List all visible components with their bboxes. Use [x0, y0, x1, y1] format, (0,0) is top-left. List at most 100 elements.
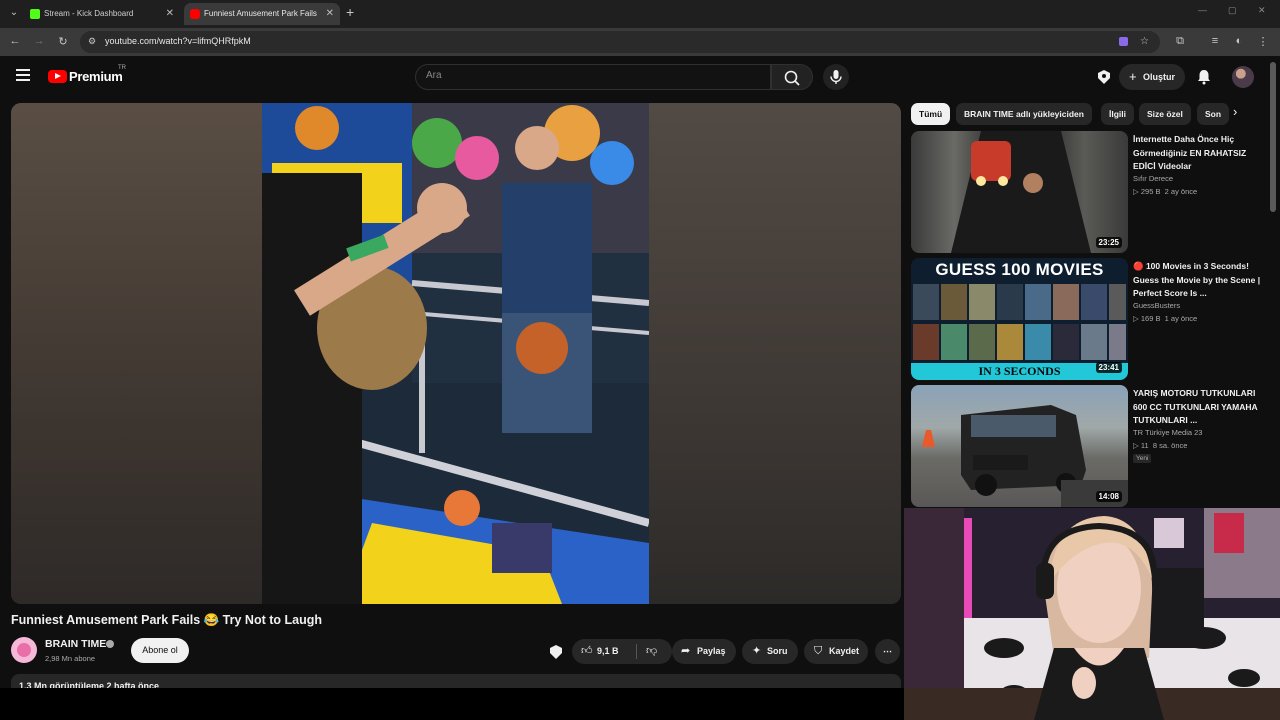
address-bar[interactable]: ⚙ youtube.com/watch?v=lifmQHRfpkM ☆	[80, 31, 1160, 53]
voice-search-button[interactable]	[823, 64, 849, 90]
kick-extension-action-icon[interactable]	[547, 639, 567, 664]
like-button[interactable]: 👍︎ 9,1 B	[572, 639, 636, 664]
reading-list-icon[interactable]: ≡	[1208, 35, 1222, 47]
share-arrow-icon: ➦	[681, 645, 691, 657]
search-input[interactable]	[426, 70, 756, 81]
ambient-blur-right	[649, 103, 901, 604]
youtube-favicon-icon	[190, 9, 200, 19]
tab-kick-dashboard[interactable]: Stream - Kick Dashboard ✕	[24, 3, 180, 25]
page-scrollbar[interactable]	[1270, 62, 1276, 212]
video-player[interactable]	[11, 103, 901, 604]
create-button[interactable]: + Oluştur	[1119, 64, 1185, 90]
subscriber-count: 2,98 Mn abone	[45, 654, 96, 663]
duration-badge: 14:08	[1095, 491, 1122, 502]
recommendation-item[interactable]: 23:25 İnternette Daha Önce Hiç Görmediği…	[911, 131, 1261, 253]
bottom-black-strip	[0, 688, 904, 720]
thumbs-up-icon: 👍︎	[581, 645, 593, 657]
recommendation-meta: ▷ 295 B 2 ay önce	[1133, 187, 1197, 196]
account-avatar[interactable]	[1232, 66, 1254, 88]
sparkle-icon: ✦	[752, 645, 762, 657]
webcam-overlay	[904, 508, 1280, 720]
video-thumbnail[interactable]: 23:25	[911, 131, 1128, 253]
tab-label: Funniest Amusement Park Fails	[204, 9, 317, 18]
site-info-icon[interactable]: ⚙	[88, 36, 98, 46]
chip-from-channel[interactable]: BRAIN TIME adlı yükleyiciden	[956, 103, 1092, 125]
recommendation-title[interactable]: İnternette Daha Önce Hiç Görmediğiniz EN…	[1133, 133, 1261, 174]
video-thumbnail[interactable]: GUESS 100 MOVIES IN 3 SECONDS 23:41	[911, 258, 1128, 380]
tab-label: Stream - Kick Dashboard	[44, 9, 134, 18]
forward-icon[interactable]: →	[32, 35, 46, 47]
bookmark-icon: ⛉	[814, 645, 823, 657]
subscribe-button[interactable]: Abone ol	[131, 638, 189, 663]
video-frame[interactable]	[262, 103, 649, 604]
filter-chips: Tümü BRAIN TIME adlı yükleyiciden İlgili…	[911, 102, 1251, 126]
close-window-icon[interactable]: ✕	[1258, 5, 1266, 16]
youtube-header: Premium TR + Oluştur	[0, 56, 1280, 100]
chip-for-you[interactable]: Size özel	[1139, 103, 1191, 125]
recommendation-item[interactable]: GUESS 100 MOVIES IN 3 SECONDS 23:41 🔴 10…	[911, 258, 1261, 380]
channel-name[interactable]: BRAIN TIME	[45, 638, 106, 650]
plus-icon: +	[1129, 69, 1137, 84]
country-code: TR	[118, 65, 126, 71]
like-dislike-group: 👍︎ 9,1 B 👎︎	[572, 639, 672, 664]
video-thumbnail[interactable]: 14:08	[911, 385, 1128, 507]
minimize-window-icon[interactable]: —	[1198, 5, 1207, 15]
new-badge: Yeni	[1133, 454, 1152, 463]
more-actions-button[interactable]: ⋯	[875, 639, 900, 664]
share-label: Paylaş	[697, 646, 726, 656]
tab-search-menu-icon[interactable]: ⌄	[6, 5, 22, 21]
browser-toolbar: ← → ↻ ⚙ youtube.com/watch?v=lifmQHRfpkM …	[0, 28, 1280, 56]
save-button[interactable]: ⛉ Kaydet	[804, 639, 868, 664]
more-horizontal-icon: ⋯	[883, 646, 892, 656]
save-label: Kaydet	[829, 646, 860, 656]
video-scene-image	[262, 103, 649, 604]
recommendation-channel[interactable]: Sıfır Derece	[1133, 174, 1173, 183]
maximize-window-icon[interactable]: ▢	[1228, 5, 1237, 16]
view-count: 169 B	[1140, 314, 1161, 323]
dislike-button[interactable]: 👎︎	[638, 639, 670, 664]
duration-badge: 23:41	[1095, 362, 1122, 373]
extension-icon[interactable]	[1118, 36, 1129, 50]
share-button[interactable]: ➦ Paylaş	[672, 639, 736, 664]
bookmark-star-icon[interactable]: ☆	[1140, 36, 1149, 47]
recommendation-title[interactable]: YARIŞ MOTORU TUTKUNLARI 600 CC TUTKUNLAR…	[1133, 387, 1261, 428]
recommendation-channel[interactable]: TR Türkiye Media 23	[1133, 428, 1202, 437]
notifications-bell-icon[interactable]	[1195, 68, 1213, 86]
thumbnail-poster-grid	[913, 284, 1126, 360]
thumbnail-heading: GUESS 100 MOVIES	[935, 260, 1104, 279]
view-count: 11	[1140, 441, 1149, 450]
browser-tab-bar: ⌄ Stream - Kick Dashboard ✕ Funniest Amu…	[0, 0, 1280, 28]
like-count: 9,1 B	[597, 646, 619, 656]
ask-label: Soru	[767, 646, 788, 656]
thumbnail-image	[922, 405, 1128, 507]
ask-button[interactable]: ✦ Soru	[742, 639, 798, 664]
browser-menu-icon[interactable]: ⋮	[1256, 35, 1270, 48]
profile-icon[interactable]: ◐	[1232, 35, 1246, 47]
extensions-puzzle-icon[interactable]: ⧉	[1173, 35, 1187, 48]
reload-icon[interactable]: ↻	[56, 35, 70, 48]
webcam-image	[904, 508, 1280, 720]
tab-youtube-video[interactable]: Funniest Amusement Park Fails ✕	[184, 3, 340, 25]
divider	[636, 644, 637, 659]
chip-recent[interactable]: Son	[1197, 103, 1230, 125]
thumbnail-image	[951, 131, 1091, 253]
back-icon[interactable]: ←	[8, 35, 22, 47]
channel-avatar[interactable]	[11, 637, 37, 663]
search-button[interactable]	[771, 64, 813, 90]
new-tab-button[interactable]: +	[346, 4, 354, 20]
chip-all[interactable]: Tümü	[911, 103, 951, 125]
chevron-right-icon[interactable]: ›	[1233, 104, 1237, 119]
tab-close-icon[interactable]: ✕	[166, 3, 174, 25]
tab-close-icon[interactable]: ✕	[326, 3, 334, 25]
upload-age: 1 ay önce	[1164, 314, 1198, 323]
recommendation-channel[interactable]: GuessBusters	[1133, 301, 1180, 310]
recommendation-title[interactable]: 🔴 100 Movies in 3 Seconds! Guess the Mov…	[1133, 260, 1261, 301]
duration-badge: 23:25	[1095, 237, 1122, 248]
recommendation-meta: ▷ 169 B 1 ay önce	[1133, 314, 1197, 323]
url-text: youtube.com/watch?v=lifmQHRfpkM	[105, 36, 251, 46]
recommendation-item[interactable]: 14:08 YARIŞ MOTORU TUTKUNLARI 600 CC TUT…	[911, 385, 1261, 507]
chip-related[interactable]: İlgili	[1101, 103, 1134, 125]
play-triangle-icon: ▷	[1133, 314, 1141, 323]
menu-hamburger-icon[interactable]	[16, 69, 30, 81]
kick-extension-icon[interactable]	[1095, 68, 1113, 86]
